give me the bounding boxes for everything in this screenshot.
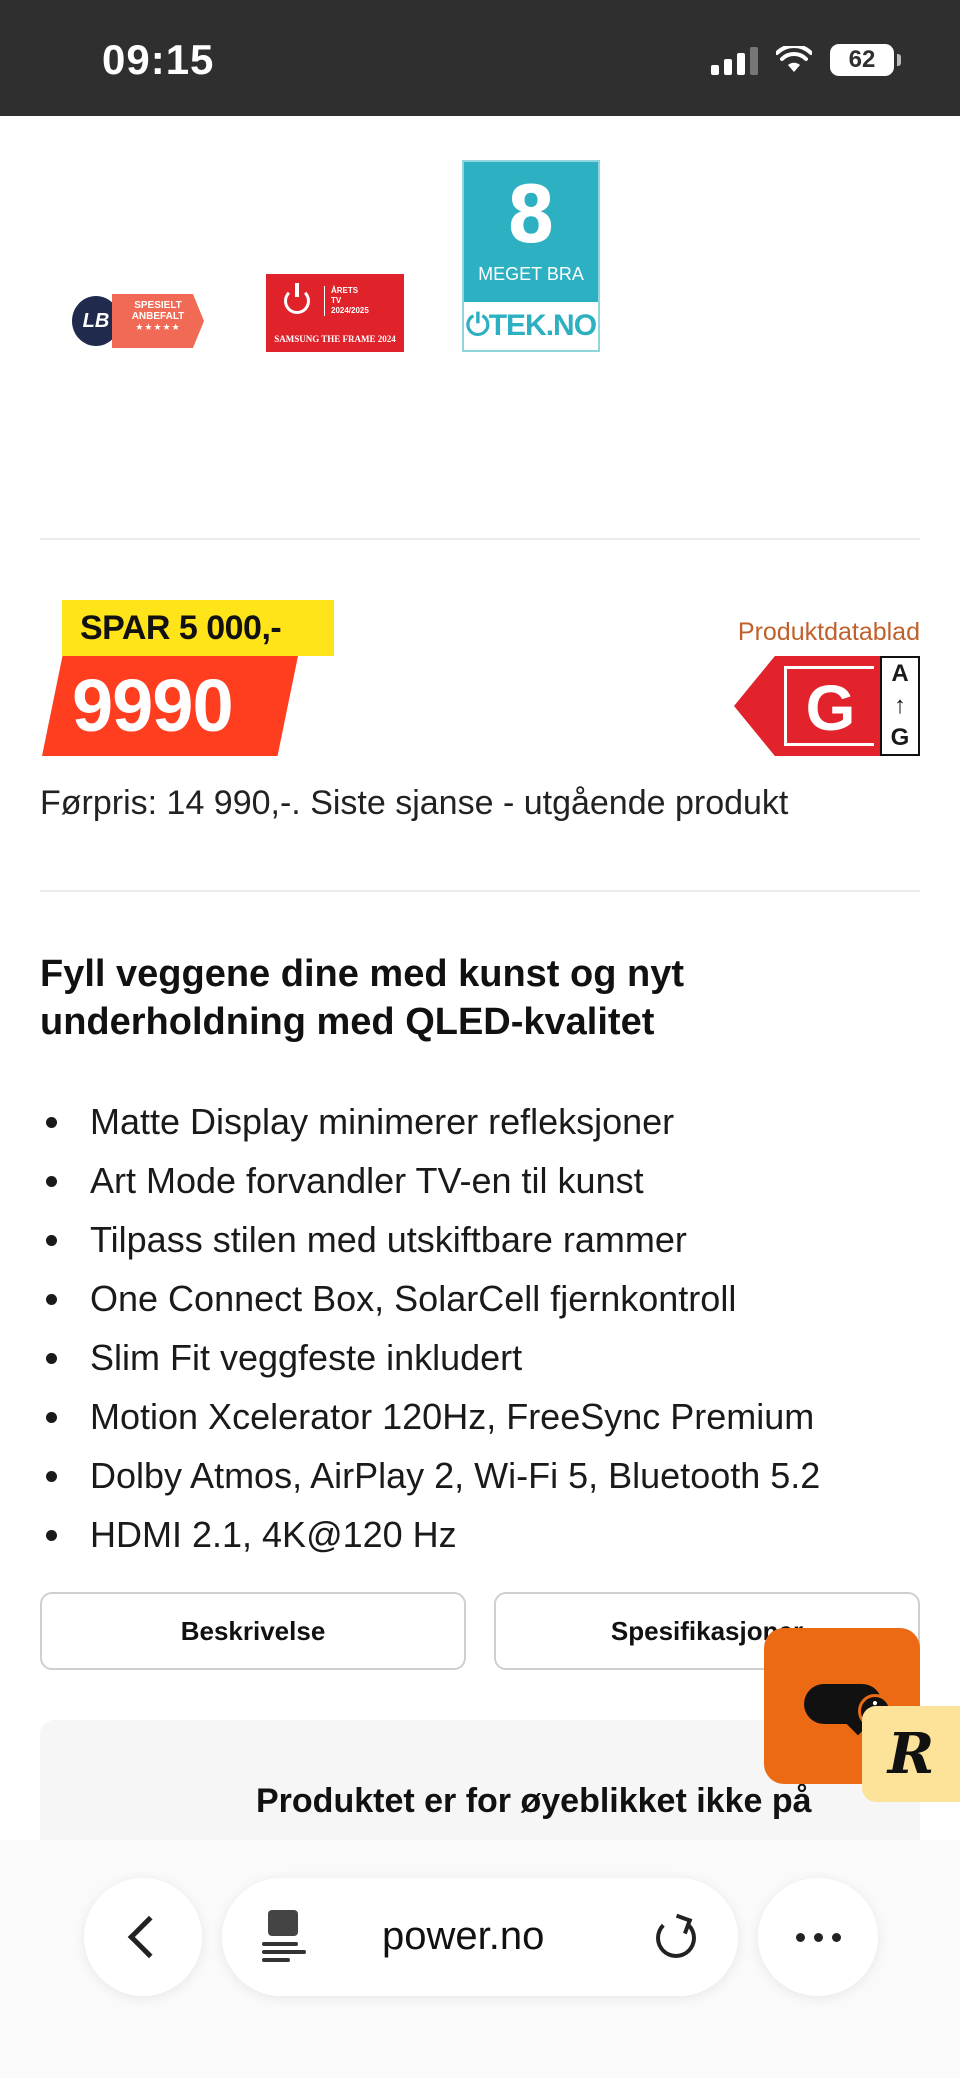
- energy-class: G: [784, 666, 874, 746]
- divider-middle: [40, 890, 920, 892]
- more-options-button[interactable]: [758, 1878, 878, 1996]
- product-datasheet-link[interactable]: Produktdatablad: [738, 618, 920, 647]
- status-time: 09:15: [102, 36, 215, 83]
- url-text[interactable]: power.no: [382, 1914, 544, 1959]
- chevron-left-icon: [127, 1915, 171, 1959]
- award-arets-tv[interactable]: ÅRETS TV 2024/2025 SAMSUNG THE FRAME 202…: [266, 274, 404, 352]
- reader-extension-icon[interactable]: R: [862, 1706, 960, 1802]
- more-dot: [795, 1932, 805, 1942]
- feature-item: Matte Display minimerer refleksjoner: [40, 1092, 940, 1151]
- wifi-icon: [776, 46, 812, 72]
- battery-icon: 62: [830, 44, 901, 76]
- energy-scale: A ↑ G: [880, 656, 920, 756]
- cellular-signal-icon: [711, 45, 758, 75]
- tek-score: 8: [506, 171, 556, 261]
- product-headline: Fyll veggene dine med kunst og nyt under…: [40, 953, 684, 1043]
- energy-scale-bottom: G: [890, 724, 910, 751]
- arets-line3: 2024/2025: [331, 306, 369, 315]
- tek-brand: ⏻TEK.NO: [464, 302, 598, 350]
- tek-verdict: MEGET BRA: [478, 264, 584, 284]
- feature-item: Art Mode forvandler TV-en til kunst: [40, 1151, 940, 1210]
- feature-item: Dolby Atmos, AirPlay 2, Wi-Fi 5, Bluetoo…: [40, 1446, 940, 1505]
- status-bar: 09:15 62: [0, 0, 960, 116]
- energy-label[interactable]: G A ↑ G: [734, 656, 920, 756]
- feature-item: Slim Fit veggfeste inkludert: [40, 1328, 940, 1387]
- description-button[interactable]: Beskrivelse: [40, 1592, 466, 1670]
- previous-price-note: Førpris: 14 990,-. Siste sjanse - utgåen…: [40, 784, 789, 822]
- arets-line2: TV: [331, 296, 342, 305]
- lb-banner: SPESIELT ANBEFALT ★★★★★: [112, 294, 204, 348]
- arets-line1: ÅRETS: [331, 286, 359, 295]
- page-menu-icon[interactable]: [262, 1910, 306, 1962]
- arets-text: ÅRETS TV 2024/2025: [324, 286, 369, 316]
- reload-icon[interactable]: [656, 1918, 696, 1958]
- save-badge: SPAR 5 000,-: [62, 600, 334, 656]
- award-lb-recommended[interactable]: LB SPESIELT ANBEFALT ★★★★★: [72, 292, 204, 350]
- feature-item: Tilpass stilen med utskiftbare rammer: [40, 1210, 940, 1269]
- award-tek-score[interactable]: 8 MEGET BRA ⏻TEK.NO: [462, 160, 600, 352]
- feature-item: HDMI 2.1, 4K@120 Hz: [40, 1505, 940, 1564]
- lb-stars: ★★★★★: [135, 322, 181, 332]
- feature-list: Matte Display minimerer refleksjoner Art…: [40, 1092, 940, 1564]
- arets-footer: SAMSUNG THE FRAME 2024: [274, 334, 396, 344]
- tek-brand-text: TEK.NO: [488, 309, 597, 342]
- energy-scale-top: A: [891, 660, 909, 687]
- more-dot: [831, 1932, 841, 1942]
- lb-line1: SPESIELT: [134, 300, 182, 311]
- more-dot: [813, 1932, 823, 1942]
- address-bar[interactable]: power.no: [222, 1878, 738, 1996]
- price-tag: 9990: [42, 656, 298, 756]
- feature-item: One Connect Box, SolarCell fjernkontroll: [40, 1269, 940, 1328]
- stock-notice-text: Produktet er for øyeblikket ikke på: [256, 1782, 812, 1820]
- back-button[interactable]: [84, 1878, 202, 1996]
- feature-item: Motion Xcelerator 120Hz, FreeSync Premiu…: [40, 1387, 940, 1446]
- energy-scale-arrow: ↑: [894, 692, 906, 719]
- divider-top: [40, 538, 920, 540]
- browser-bottom-bar: power.no: [0, 1840, 960, 2078]
- status-icons: 62: [711, 44, 901, 76]
- power-icon: [284, 283, 310, 314]
- lb-line2: ANBEFALT: [131, 311, 185, 322]
- tek-power-icon: ⏻: [465, 309, 490, 342]
